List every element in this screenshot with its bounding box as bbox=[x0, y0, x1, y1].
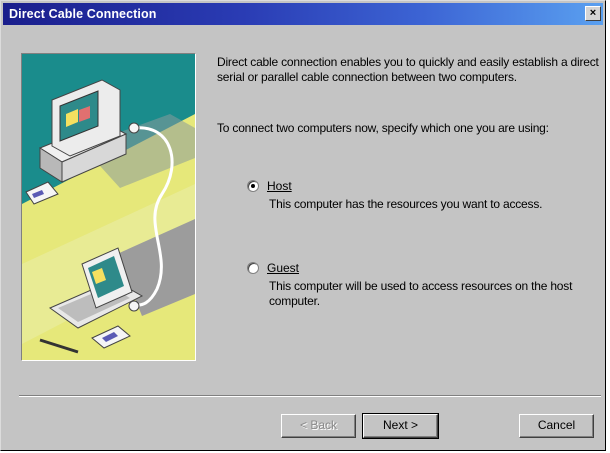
host-label[interactable]: Host bbox=[267, 179, 292, 193]
back-button[interactable]: < Back bbox=[281, 414, 356, 438]
close-button[interactable]: × bbox=[585, 6, 601, 21]
guest-description: This computer will be used to access res… bbox=[269, 279, 573, 308]
intro-paragraph-2: To connect two computers now, specify wh… bbox=[217, 121, 549, 135]
guest-option[interactable]: Guest bbox=[247, 261, 299, 275]
intro-paragraph-2-wrap: To connect two computers now, specify wh… bbox=[217, 121, 597, 136]
guest-radio[interactable] bbox=[247, 262, 259, 274]
intro-text: Direct cable connection enables you to q… bbox=[217, 55, 602, 85]
host-option[interactable]: Host bbox=[247, 179, 292, 193]
computers-cable-illustration bbox=[21, 53, 196, 361]
close-icon: × bbox=[589, 7, 597, 19]
direct-cable-connection-dialog: Direct Cable Connection × Direct cable c… bbox=[0, 0, 606, 451]
host-radio[interactable] bbox=[247, 180, 259, 192]
separator bbox=[19, 395, 601, 397]
window-title: Direct Cable Connection bbox=[9, 7, 157, 21]
guest-label[interactable]: Guest bbox=[267, 261, 299, 275]
cancel-button[interactable]: Cancel bbox=[519, 414, 594, 438]
intro-paragraph-1: Direct cable connection enables you to q… bbox=[217, 55, 599, 84]
title-bar[interactable]: Direct Cable Connection × bbox=[3, 3, 603, 25]
host-description: This computer has the resources you want… bbox=[269, 197, 543, 211]
next-button[interactable]: Next > bbox=[362, 413, 439, 439]
